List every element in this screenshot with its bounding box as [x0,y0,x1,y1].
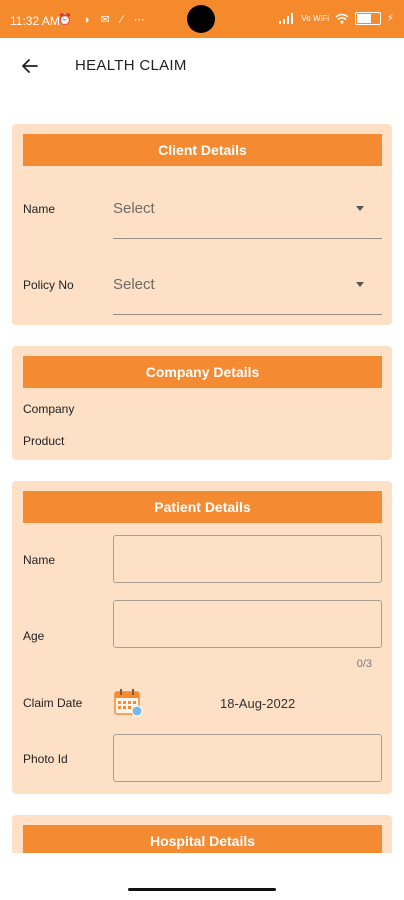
hospital-details-header: Hospital Details [23,825,382,853]
patient-details-card: Patient Details Name Age 0/3 Claim Date … [12,481,392,794]
status-right: Vo WiFi ⚡ [279,12,394,25]
product-label: Product [23,434,65,448]
client-name-label: Name [23,202,56,216]
photo-id-label: Photo Id [23,752,68,766]
photo-id-input[interactable] [113,734,382,782]
company-details-header: Company Details [23,356,382,388]
company-details-card: Company Details Company Product [12,346,392,460]
patient-name-label: Name [23,553,56,567]
patient-details-header: Patient Details [23,491,382,523]
policy-no-value: Select [113,276,155,293]
charging-icon: ⚡ [386,13,394,24]
camera-cutout [187,5,215,33]
client-details-card: Client Details Name Select Policy No Sel… [12,124,392,325]
hospital-details-card: Hospital Details [12,815,392,853]
back-arrow-icon[interactable] [18,54,42,78]
age-label: Age [23,629,45,643]
dropdown-caret-icon [356,206,364,211]
calendar-icon[interactable] [113,687,143,717]
client-name-value: Select [113,200,155,217]
dropdown-caret-icon [356,282,364,287]
gesture-nav-bar[interactable] [128,888,276,891]
patient-name-input[interactable] [113,535,382,583]
battery-icon [354,12,381,25]
page-title: HEALTH CLAIM [75,57,187,74]
claim-date-label: Claim Date [23,696,83,710]
status-bar: 11:32 AM ⏰ ◑ ✉ ⁄ ⋯ Vo WiFi ⚡ [0,0,404,38]
signal-icon [279,13,294,24]
company-label: Company [23,402,75,416]
app-bar: HEALTH CLAIM [0,38,404,96]
claim-date-value[interactable]: 18-Aug-2022 [220,696,295,711]
client-details-header: Client Details [23,134,382,166]
client-name-select[interactable]: Select [113,200,382,239]
age-char-counter: 0/3 [356,658,372,670]
wifi-icon [335,13,349,24]
policy-no-select[interactable]: Select [113,276,382,315]
network-label: Vo WiFi [301,14,329,23]
age-input[interactable] [113,600,382,648]
policy-no-label: Policy No [23,278,74,292]
status-time: 11:32 AM [10,14,60,28]
notification-icons: ⏰ ◑ ✉ ⁄ ⋯ [58,14,149,26]
